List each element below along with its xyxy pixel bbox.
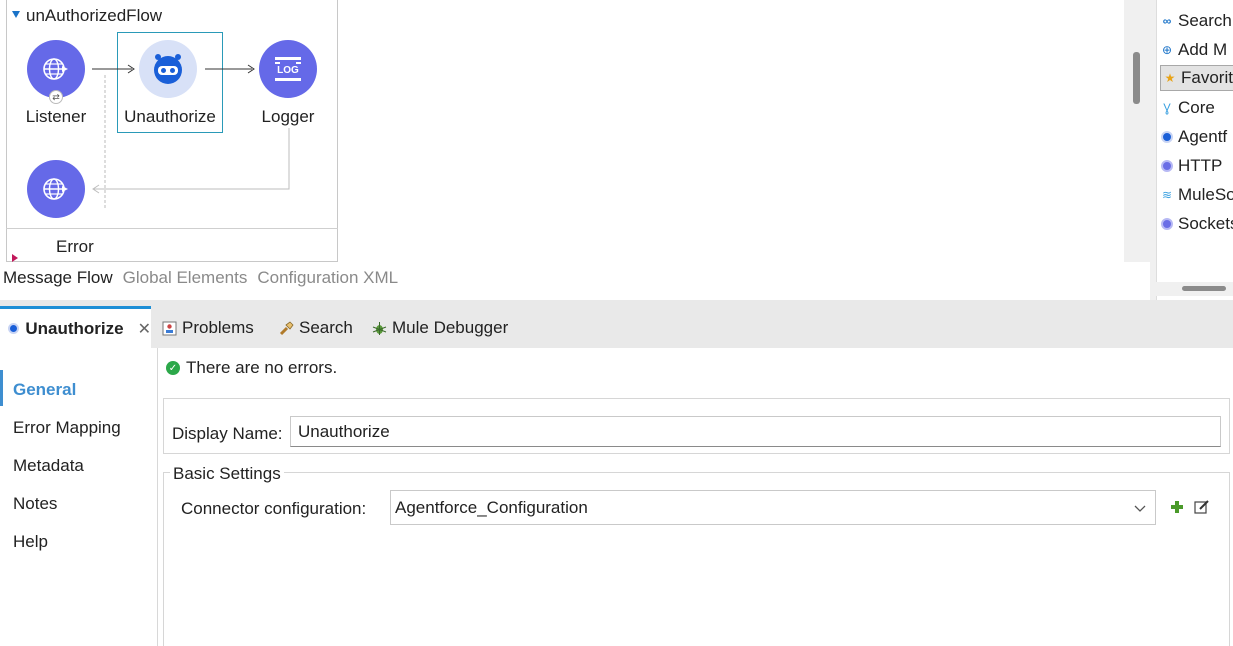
tab-configuration-xml[interactable]: Configuration XML [257,268,398,294]
error-handling-label[interactable]: Error [56,237,94,257]
sockets-icon [1160,217,1174,231]
nav-help[interactable]: Help [13,532,48,552]
agentforce-icon [8,322,20,336]
check-circle-icon: ✓ [166,361,180,375]
mule-palette: ∞ Search ⊕ Add M ★ Favorite Ɣ Core Agent… [1156,0,1233,300]
star-icon: ★ [1164,71,1176,85]
expand-arrow-icon[interactable] [12,254,18,262]
tab-message-flow[interactable]: Message Flow [3,268,113,294]
close-icon[interactable]: ✕ [138,319,151,339]
palette-http[interactable]: HTTP [1160,153,1222,179]
palette-favorites[interactable]: ★ Favorite [1160,65,1233,91]
connector-config-value: Agentforce_Configuration [395,497,588,517]
tab-problems[interactable]: Problems [162,318,254,338]
problems-icon [162,321,177,335]
display-name-input[interactable] [290,416,1221,447]
properties-nav: General Error Mapping Metadata Notes Hel… [0,348,158,646]
properties-tab-unauthorize[interactable]: Unauthorize ✕ [0,306,151,348]
tab-mule-debugger[interactable]: Mule Debugger [372,318,508,338]
edit-config-icon[interactable] [1194,499,1210,515]
add-config-icon[interactable] [1170,500,1184,514]
palette-agentforce[interactable]: Agentf [1160,124,1227,150]
nav-general[interactable]: General [13,380,76,400]
search-exchange-icon: ∞ [1162,14,1172,28]
flashlight-search-icon [279,320,294,335]
display-name-label: Display Name: [172,424,283,443]
validation-status: ✓ There are no errors. [166,358,337,378]
agentforce-icon [1160,130,1174,144]
plus-circle-icon: ⊕ [1161,43,1173,57]
bug-icon [372,321,387,335]
canvas-tabs: Message Flow Global Elements Configurati… [0,268,398,294]
chevron-down-icon [1134,505,1146,512]
palette-mulesoft[interactable]: ≋ MuleSo [1160,182,1233,208]
palette-add-modules[interactable]: ⊕ Add M [1160,37,1227,63]
stack-icon: ≋ [1161,188,1173,202]
error-section-divider [6,228,338,229]
palette-core[interactable]: Ɣ Core [1160,95,1215,121]
nav-active-indicator [0,370,3,406]
nav-metadata[interactable]: Metadata [13,456,84,476]
scrollbar-thumb[interactable] [1182,286,1226,291]
scrollbar-thumb[interactable] [1133,52,1140,104]
tab-global-elements[interactable]: Global Elements [123,268,248,294]
connector-config-label: Connector configuration: [181,499,367,518]
canvas-vertical-scrollbar[interactable] [1124,0,1150,262]
palette-search[interactable]: ∞ Search [1160,8,1232,34]
core-icon: Ɣ [1163,101,1171,115]
tab-search[interactable]: Search [279,318,353,338]
nav-notes[interactable]: Notes [13,494,57,514]
flow-canvas[interactable]: unAuthorizedFlow ⇄ Listener Unauthorize [0,0,1150,262]
connector-config-select[interactable]: Agentforce_Configuration [390,490,1156,525]
nav-error-mapping[interactable]: Error Mapping [13,418,121,438]
palette-horizontal-scrollbar[interactable] [1156,282,1233,296]
palette-sockets[interactable]: Sockets [1160,211,1233,237]
http-icon [1160,159,1174,173]
flow-connectors [92,64,290,208]
basic-settings-legend: Basic Settings [170,464,284,484]
